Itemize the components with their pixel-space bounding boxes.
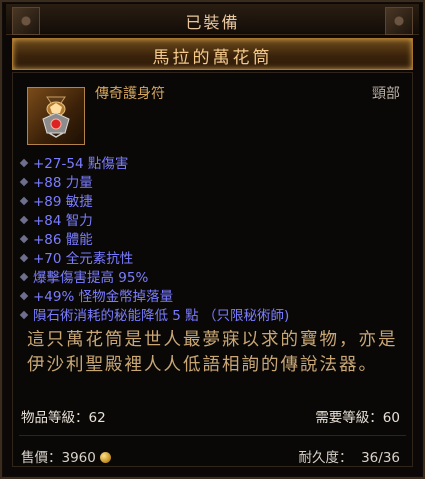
- flavor-text: 這只萬花筒是世人最夢寐以求的寶物，亦是伊沙利聖殿裡人人低語相詢的傳說法器。: [27, 330, 398, 375]
- ornament-icon: [385, 7, 413, 35]
- bullet-icon: [19, 234, 29, 244]
- affix-line: 爆擊傷害提高 95%: [19, 269, 289, 288]
- item-level: 物品等級：62: [21, 410, 106, 426]
- affix-line: +84 智力: [19, 212, 289, 231]
- affix-line: +89 敏捷: [19, 193, 289, 212]
- header-title: 已裝備: [185, 13, 240, 32]
- bullet-icon: [19, 272, 29, 282]
- durability-label: 耐久度：: [298, 450, 353, 466]
- affix-line: 隕石術消耗的秘能降低 5 點 （只限秘術師): [19, 307, 289, 326]
- item-tooltip: 已裝備 馬拉的萬花筒 傳奇護身符 頸部 +27-54 點傷害 +88 力量 +8…: [0, 0, 425, 479]
- bullet-icon: [19, 158, 29, 168]
- bullet-icon: [19, 291, 29, 301]
- gold-coin-icon: [99, 451, 111, 463]
- bullet-icon: [19, 253, 29, 263]
- equipped-header: 已裝備: [6, 4, 419, 35]
- level-row: 物品等級：62 需要等級：60: [21, 406, 400, 426]
- bullet-icon: [19, 177, 29, 187]
- required-level: 需要等級：60: [315, 410, 400, 426]
- tooltip-body: 傳奇護身符 頸部 +27-54 點傷害 +88 力量 +89 敏捷 +84 智力…: [12, 72, 413, 467]
- sell-price: 售價：3960: [21, 450, 96, 466]
- bullet-icon: [19, 196, 29, 206]
- item-slot: 頸部: [372, 86, 400, 102]
- affix-line: +27-54 點傷害: [19, 155, 289, 174]
- durability-value: 36/36: [361, 450, 400, 466]
- affix-line: +49% 怪物金幣掉落量: [19, 288, 289, 307]
- affix-line: +88 力量: [19, 174, 289, 193]
- bullet-icon: [19, 310, 29, 320]
- amulet-icon: [42, 96, 70, 138]
- item-name-banner: 馬拉的萬花筒: [12, 38, 413, 70]
- divider: [19, 435, 406, 436]
- affix-list: +27-54 點傷害 +88 力量 +89 敏捷 +84 智力 +86 體能 +…: [19, 155, 289, 326]
- item-name: 馬拉的萬花筒: [152, 48, 273, 68]
- item-type: 傳奇護身符: [95, 86, 165, 102]
- affix-line: +86 體能: [19, 231, 289, 250]
- bullet-icon: [19, 215, 29, 225]
- affix-line: +70 全元素抗性: [19, 250, 289, 269]
- durability: 耐久度： 36/36: [299, 446, 401, 466]
- item-icon-frame: [27, 87, 85, 145]
- tooltip-footer: 售價：3960 耐久度： 36/36: [21, 446, 400, 466]
